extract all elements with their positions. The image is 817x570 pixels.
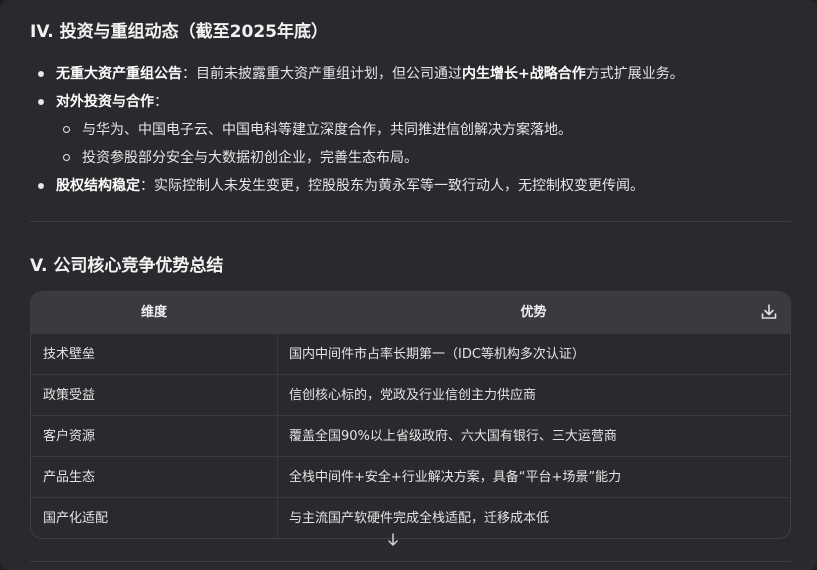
list-item-text: ：目前未披露重大资产重组计划，但公司通过 xyxy=(182,66,462,82)
list-item-text: 方式扩展业务。 xyxy=(585,66,684,82)
bullet-dot-icon xyxy=(38,99,44,105)
hollow-bullet-icon xyxy=(63,154,70,161)
list-item: 对外投资与合作： xyxy=(30,88,791,116)
table-row: 客户资源 覆盖全国90%以上省级政府、六大国有银行、三大运营商 xyxy=(31,415,790,457)
download-table-button[interactable] xyxy=(758,301,780,323)
column-divider xyxy=(277,498,278,538)
column-header-dimension: 维度 xyxy=(140,305,167,320)
download-icon xyxy=(761,304,777,319)
table-cell-advantage: 与主流国产软硬件完成全栈适配，迁移成本低 xyxy=(289,511,550,526)
table-row: 国产化适配 与主流国产软硬件完成全栈适配，迁移成本低 xyxy=(31,497,790,538)
bullet-dot-icon xyxy=(38,71,44,77)
column-header-advantage: 优势 xyxy=(520,305,547,320)
list-item: 股权结构稳定：实际控制人未发生变更，控股股东为黄永军等一致行动人，无控制权变更传… xyxy=(30,172,791,200)
table-cell-advantage: 全栈中间件+安全+行业解决方案，具备“平台+场景”能力 xyxy=(289,470,622,485)
column-divider xyxy=(277,416,278,457)
chat-message-panel: IV. 投资与重组动态（截至2025年底） 无重大资产重组公告：目前未披露重大资… xyxy=(0,0,817,570)
table-cell-dimension: 客户资源 xyxy=(43,429,96,444)
scroll-to-bottom-button[interactable] xyxy=(384,531,402,549)
hollow-bullet-icon xyxy=(63,126,70,133)
table-cell-dimension: 技术壁垒 xyxy=(43,347,96,362)
column-divider xyxy=(277,457,278,498)
table-header: 维度 优势 xyxy=(31,292,790,333)
table-row: 产品生态 全栈中间件+安全+行业解决方案，具备“平台+场景”能力 xyxy=(31,456,790,498)
section-title-investment: IV. 投资与重组动态（截至2025年底） xyxy=(30,22,328,42)
sub-list-item: 与华为、中国电子云、中国电科等建立深度合作，共同推进信创解决方案落地。 xyxy=(30,116,791,144)
advantages-table: 维度 优势 技术壁垒 国内中间件市占率长期第一（IDC等机构多次认证） 政策受益… xyxy=(30,291,791,539)
arrow-down-icon xyxy=(388,533,398,546)
column-divider xyxy=(277,375,278,416)
section-divider xyxy=(30,561,791,562)
list-item-text: ： xyxy=(154,94,168,110)
table-cell-dimension: 政策受益 xyxy=(43,388,96,403)
list-item-text: ：实际控制人未发生变更，控股股东为黄永军等一致行动人，无控制权变更传闻。 xyxy=(140,178,644,194)
table-row: 政策受益 信创核心标的，党政及行业信创主力供应商 xyxy=(31,374,790,416)
table-cell-dimension: 国产化适配 xyxy=(43,511,109,526)
table-cell-advantage: 覆盖全国90%以上省级政府、六大国有银行、三大运营商 xyxy=(289,429,617,444)
list-item: 无重大资产重组公告：目前未披露重大资产重组计划，但公司通过内生增长+战略合作方式… xyxy=(30,60,791,88)
column-divider xyxy=(277,334,278,375)
section-title-advantages: V. 公司核心竞争优势总结 xyxy=(30,256,224,276)
list-item-bold: 无重大资产重组公告 xyxy=(56,66,182,82)
sub-list-item-text: 投资参股部分安全与大数据初创企业，完善生态布局。 xyxy=(82,150,418,166)
sub-list-item: 投资参股部分安全与大数据初创企业，完善生态布局。 xyxy=(30,144,791,172)
investment-bullet-list: 无重大资产重组公告：目前未披露重大资产重组计划，但公司通过内生增长+战略合作方式… xyxy=(30,60,791,200)
table-row: 技术壁垒 国内中间件市占率长期第一（IDC等机构多次认证） xyxy=(31,333,790,375)
section-divider xyxy=(30,221,791,222)
list-item-bold: 对外投资与合作 xyxy=(56,94,154,110)
table-cell-advantage: 国内中间件市占率长期第一（IDC等机构多次认证） xyxy=(289,347,585,362)
sub-list-item-text: 与华为、中国电子云、中国电科等建立深度合作，共同推进信创解决方案落地。 xyxy=(82,122,572,138)
list-item-bold: 股权结构稳定 xyxy=(56,178,140,194)
list-item-bold: 内生增长+战略合作 xyxy=(462,66,586,82)
bullet-dot-icon xyxy=(38,183,44,189)
table-cell-dimension: 产品生态 xyxy=(43,470,96,485)
table-cell-advantage: 信创核心标的，党政及行业信创主力供应商 xyxy=(289,388,537,403)
